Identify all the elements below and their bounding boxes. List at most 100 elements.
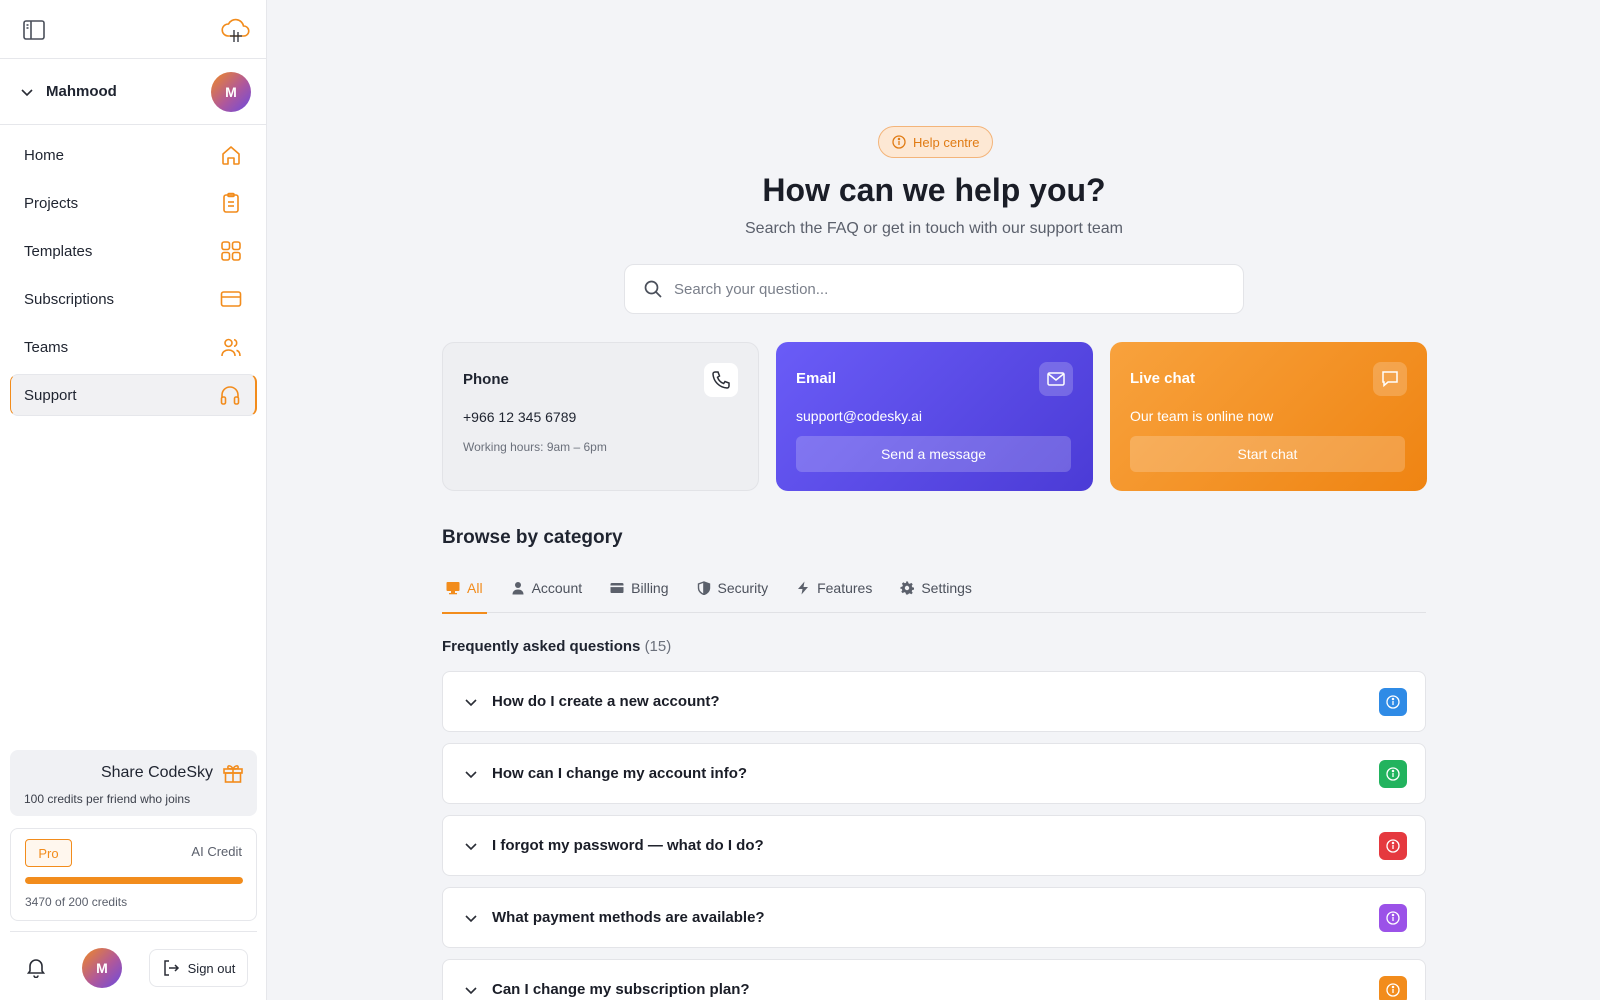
bell-icon[interactable] — [25, 956, 47, 978]
phone-number[interactable]: +966 12 345 6789 — [463, 409, 576, 425]
sidebar-item-label: Projects — [24, 194, 79, 212]
avatar[interactable]: M — [82, 948, 122, 988]
share-codesky-card[interactable]: Share CodeSky 100 credits per friend who… — [10, 750, 257, 816]
category-tabs: All Account Billing Security Features Se… — [442, 563, 1426, 614]
sidebar-header — [0, 0, 266, 59]
sidebar: Mahmood M Home Projects Templates Subscr… — [0, 0, 267, 1000]
sidebar-item-label: Home — [24, 146, 65, 164]
card-icon — [610, 583, 624, 593]
chevron-down-icon — [465, 771, 477, 779]
headphones-icon — [220, 386, 240, 405]
tab-label: Settings — [921, 580, 972, 596]
tab-security[interactable]: Security — [693, 563, 773, 613]
users-icon — [221, 338, 241, 357]
sidebar-item-support[interactable]: Support — [10, 374, 257, 416]
faq-item[interactable]: What payment methods are available? — [442, 887, 1426, 948]
faq-question: Can I change my subscription plan? — [492, 981, 750, 998]
sidebar-item-label: Templates — [24, 242, 93, 260]
tab-all[interactable]: All — [442, 563, 487, 614]
monitor-icon — [446, 582, 460, 595]
chevron-down-icon — [465, 699, 477, 707]
gift-icon — [223, 765, 243, 783]
faq-item[interactable]: I forgot my password — what do I do? — [442, 815, 1426, 876]
sidebar-toggle-icon[interactable] — [23, 20, 45, 40]
mail-icon — [1047, 372, 1065, 386]
start-chat-button[interactable]: Start chat — [1130, 436, 1405, 472]
sidebar-item-label: Teams — [24, 338, 69, 356]
faq-tag — [1379, 688, 1407, 716]
sidebar-footer: M Sign out — [10, 931, 257, 1000]
sidebar-item-projects[interactable]: Projects — [10, 182, 257, 224]
faq-question: How do I create a new account? — [492, 693, 720, 710]
tab-label: Security — [717, 580, 769, 596]
credit-progress-fill — [25, 877, 243, 884]
search-icon — [644, 280, 662, 298]
info-icon — [1386, 695, 1400, 709]
faq-item[interactable]: Can I change my subscription plan? — [442, 959, 1426, 1000]
user-switcher[interactable]: Mahmood M — [0, 59, 266, 125]
sign-out-button[interactable]: Sign out — [149, 949, 248, 987]
credit-progress-bar — [25, 877, 243, 884]
chat-bubble-icon — [1382, 371, 1398, 388]
faq-count: (15) — [644, 638, 672, 655]
badge-label: Help centre — [913, 134, 980, 150]
chevron-down-icon — [465, 915, 477, 923]
tab-features[interactable]: Features — [792, 563, 876, 613]
faq-question: I forgot my password — what do I do? — [492, 837, 764, 854]
info-icon — [892, 135, 906, 149]
chevron-down-icon — [465, 987, 477, 995]
cloud-logo-icon — [221, 18, 250, 42]
email-icon-button[interactable] — [1039, 362, 1073, 396]
email-card-title: Email — [796, 370, 837, 387]
grid-icon — [221, 241, 241, 261]
home-icon — [222, 146, 240, 165]
sidebar-item-subscriptions[interactable]: Subscriptions — [10, 278, 257, 320]
page-subtitle: Search the FAQ or get in touch with our … — [745, 220, 1123, 237]
tab-label: Billing — [631, 580, 669, 596]
tab-account[interactable]: Account — [507, 563, 587, 613]
sidebar-item-label: Support — [24, 386, 77, 404]
clipboard-icon — [223, 192, 239, 213]
faq-question: What payment methods are available? — [492, 909, 765, 926]
gear-icon — [900, 581, 915, 595]
chat-status: Our team is online now — [1130, 408, 1274, 424]
chat-icon-button[interactable] — [1373, 362, 1407, 396]
help-centre-badge: Help centre — [878, 126, 994, 158]
plan-badge: Pro — [25, 839, 72, 867]
main-content: Help centre How can we help you? Search … — [268, 0, 1600, 1000]
support-email[interactable]: support@codesky.ai — [796, 408, 922, 424]
sidebar-item-templates[interactable]: Templates — [10, 230, 257, 272]
ai-credit-label: AI Credit — [191, 844, 242, 859]
faq-list: How do I create a new account? How can I… — [442, 671, 1426, 1000]
shield-icon — [697, 581, 710, 595]
faq-tag — [1379, 904, 1407, 932]
faq-heading: Frequently asked questions (15) — [442, 638, 671, 655]
phone-button[interactable] — [704, 363, 738, 397]
tab-billing[interactable]: Billing — [606, 563, 672, 613]
info-icon — [1386, 983, 1400, 997]
share-subtitle: 100 credits per friend who joins — [24, 792, 191, 806]
tab-settings[interactable]: Settings — [896, 563, 976, 613]
avatar[interactable]: M — [211, 72, 251, 112]
send-message-button[interactable]: Send a message — [796, 436, 1071, 472]
faq-item[interactable]: How can I change my account info? — [442, 743, 1426, 804]
sidebar-item-label: Subscriptions — [24, 290, 115, 308]
info-icon — [1386, 911, 1400, 925]
search-input[interactable] — [674, 280, 1214, 298]
faq-search — [624, 264, 1244, 314]
sidebar-item-teams[interactable]: Teams — [10, 326, 257, 368]
working-hours: Working hours: 9am – 6pm — [463, 440, 607, 454]
faq-item[interactable]: How do I create a new account? — [442, 671, 1426, 732]
share-title: Share CodeSky — [100, 764, 213, 781]
credit-card: Pro AI Credit 3470 of 200 credits — [10, 828, 257, 921]
tab-label: All — [467, 580, 483, 596]
sign-out-icon — [163, 960, 179, 976]
phone-contact-card: Phone +966 12 345 6789 Working hours: 9a… — [442, 342, 759, 491]
page-title: How can we help you? — [762, 172, 1106, 208]
email-contact-card: Email support@codesky.ai Send a message — [776, 342, 1093, 491]
sidebar-item-home[interactable]: Home — [10, 134, 257, 176]
faq-title: Frequently asked questions — [442, 638, 641, 655]
user-name: Mahmood — [46, 83, 117, 100]
faq-tag — [1379, 832, 1407, 860]
live-chat-card: Live chat Our team is online now Start c… — [1110, 342, 1427, 491]
